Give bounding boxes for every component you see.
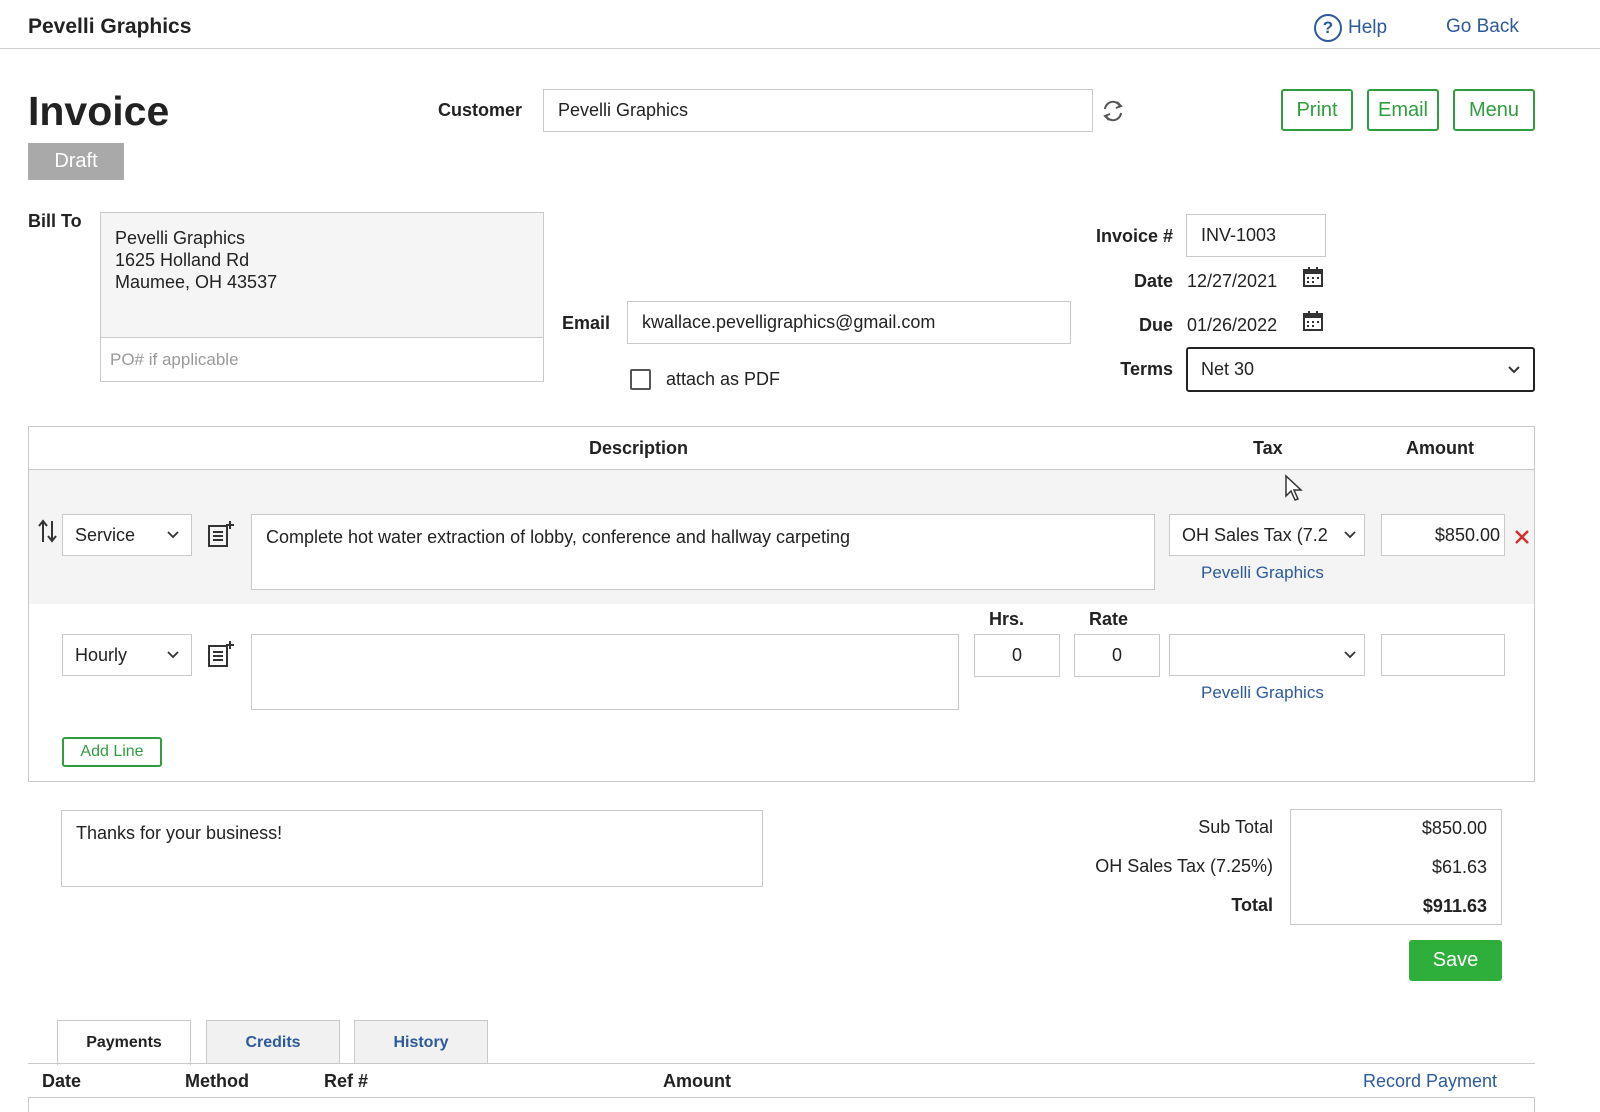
due-label: Due xyxy=(1138,315,1173,335)
item-details-icon[interactable] xyxy=(207,640,235,668)
tax-select[interactable] xyxy=(1169,634,1365,676)
calendar-icon[interactable] xyxy=(1302,310,1324,332)
address-line: Maumee, OH 43537 xyxy=(115,272,278,292)
payments-method-header: Method xyxy=(185,1071,249,1091)
refresh-icon[interactable] xyxy=(1098,96,1128,126)
item-type-select[interactable]: Service xyxy=(62,514,192,556)
item-type-value: Hourly xyxy=(75,644,128,665)
bill-to-address: Pevelli Graphics 1625 Holland Rd Maumee,… xyxy=(115,227,277,293)
sales-tax-label: OH Sales Tax (7.25%) xyxy=(1095,856,1273,876)
terms-select[interactable]: Net 30 xyxy=(1186,347,1535,392)
tax-header: Tax xyxy=(1253,438,1283,458)
bill-to-box[interactable]: Pevelli Graphics 1625 Holland Rd Maumee,… xyxy=(100,212,544,382)
due-date-value[interactable]: 01/26/2022 xyxy=(1187,315,1277,336)
line-item-row: Service Complete hot water extraction of… xyxy=(29,470,1534,604)
amount-input[interactable]: $850.00 xyxy=(1381,514,1505,556)
line-item-row: Hrs. Rate Hourly 0 0 Pevelli Graphics xyxy=(29,604,1534,781)
invoice-notes[interactable]: Thanks for your business! xyxy=(61,810,763,887)
description-header: Description xyxy=(589,438,689,458)
date-label: Date xyxy=(1133,271,1173,291)
app-title: Pevelli Graphics xyxy=(28,15,192,38)
amount-input[interactable] xyxy=(1381,634,1505,676)
rate-input[interactable]: 0 xyxy=(1074,634,1160,677)
description-textarea[interactable] xyxy=(251,634,959,710)
record-payment-link[interactable]: Record Payment xyxy=(1363,1071,1497,1092)
payments-amount-header: Amount xyxy=(663,1071,731,1091)
sales-tax-value: $61.63 xyxy=(1431,857,1487,877)
print-button[interactable]: Print xyxy=(1281,89,1353,131)
tab-payments[interactable]: Payments xyxy=(57,1020,191,1065)
bill-to-label: Bill To xyxy=(28,211,82,231)
attach-pdf-checkbox[interactable] xyxy=(630,369,651,390)
rate-label: Rate xyxy=(1089,609,1129,629)
line-items-table: Description Tax Amount Service Complete … xyxy=(28,426,1535,782)
tax-party-link[interactable]: Pevelli Graphics xyxy=(1201,563,1324,583)
customer-label: Customer xyxy=(438,100,523,120)
customer-input[interactable]: Pevelli Graphics xyxy=(543,89,1093,132)
menu-button[interactable]: Menu xyxy=(1453,89,1535,131)
invoice-number-label: Invoice # xyxy=(1095,226,1173,246)
tax-select-value: OH Sales Tax (7.2 xyxy=(1182,524,1328,545)
help-label: Help xyxy=(1348,17,1388,38)
delete-icon[interactable] xyxy=(1513,528,1531,546)
help-icon: ? xyxy=(1314,14,1342,42)
totals-box: $850.00 $61.63 $911.63 xyxy=(1290,809,1502,925)
add-line-button[interactable]: Add Line xyxy=(62,737,162,767)
date-value[interactable]: 12/27/2021 xyxy=(1187,271,1277,292)
payments-ref-header: Ref # xyxy=(324,1071,369,1091)
chevron-down-icon xyxy=(1344,651,1356,659)
amount-header: Amount xyxy=(1406,438,1474,458)
mouse-cursor-icon xyxy=(1284,474,1304,502)
email-label: Email xyxy=(562,313,611,333)
reorder-icon[interactable] xyxy=(37,518,59,544)
tax-select[interactable]: OH Sales Tax (7.2 xyxy=(1169,514,1365,556)
line-items-header: Description Tax Amount xyxy=(29,427,1534,470)
hrs-input[interactable]: 0 xyxy=(974,634,1060,677)
description-textarea[interactable]: Complete hot water extraction of lobby, … xyxy=(251,514,1155,590)
subtotal-value: $850.00 xyxy=(1421,818,1487,838)
email-input[interactable]: kwallace.pevelligraphics@gmail.com xyxy=(627,301,1071,344)
tax-party-link[interactable]: Pevelli Graphics xyxy=(1201,683,1324,703)
chevron-down-icon xyxy=(1344,531,1356,539)
terms-label: Terms xyxy=(1120,359,1173,379)
attach-pdf-label: attach as PDF xyxy=(666,369,781,389)
payments-date-header: Date xyxy=(42,1071,82,1091)
tab-history[interactable]: History xyxy=(354,1020,488,1064)
address-line: 1625 Holland Rd xyxy=(115,250,250,270)
chevron-down-icon xyxy=(1507,365,1521,375)
total-value: $911.63 xyxy=(1422,896,1487,916)
tabs-divider xyxy=(28,1063,1535,1064)
email-button[interactable]: Email xyxy=(1367,89,1439,131)
go-back-link[interactable]: Go Back xyxy=(1446,16,1519,38)
invoice-number-input[interactable]: INV-1003 xyxy=(1186,214,1326,257)
subtotal-label: Sub Total xyxy=(1198,817,1273,837)
address-line: Pevelli Graphics xyxy=(115,228,246,248)
hrs-label: Hrs. xyxy=(989,609,1025,629)
calendar-icon[interactable] xyxy=(1302,266,1324,288)
help-link[interactable]: ? Help xyxy=(1314,14,1387,42)
status-badge: Draft xyxy=(28,143,124,180)
save-button[interactable]: Save xyxy=(1409,940,1502,981)
page-title: Invoice xyxy=(28,88,170,134)
chevron-down-icon xyxy=(167,531,179,539)
terms-value: Net 30 xyxy=(1201,359,1255,379)
chevron-down-icon xyxy=(167,651,179,659)
total-label: Total xyxy=(1231,895,1273,915)
payments-table xyxy=(28,1097,1535,1112)
item-details-icon[interactable] xyxy=(207,520,235,548)
tab-credits[interactable]: Credits xyxy=(206,1020,340,1064)
item-type-select[interactable]: Hourly xyxy=(62,634,192,676)
item-type-value: Service xyxy=(75,524,136,545)
po-number-field[interactable]: PO# if applicable xyxy=(101,337,543,381)
